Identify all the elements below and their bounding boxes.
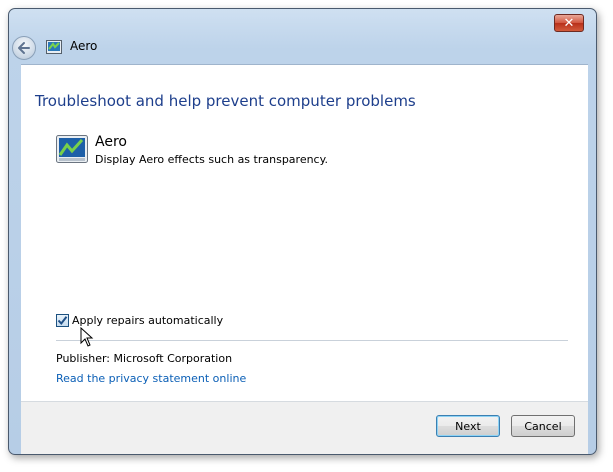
cancel-button[interactable]: Cancel [511,415,575,437]
publisher-text: Publisher: Microsoft Corporation [56,352,233,365]
troubleshooter-description: Display Aero effects such as transparenc… [95,153,329,166]
back-arrow-icon [18,42,30,54]
back-button[interactable] [12,36,36,60]
window-title: Aero [70,39,98,53]
apply-repairs-checkbox[interactable] [56,314,69,327]
apply-repairs-option[interactable]: Apply repairs automatically [56,314,223,327]
privacy-statement-link[interactable]: Read the privacy statement online [56,372,246,385]
checkmark-icon [57,316,68,326]
divider [56,340,568,341]
aero-window-icon [46,40,62,54]
button-bar [21,401,588,454]
close-button[interactable]: ✕ [554,14,584,32]
next-button[interactable]: Next [436,415,500,437]
aero-troubleshooter-icon [56,135,88,163]
mouse-pointer-icon [80,327,94,347]
apply-repairs-label[interactable]: Apply repairs automatically [72,314,223,327]
content-area [21,64,588,401]
page-heading: Troubleshoot and help prevent computer p… [35,92,416,110]
troubleshooter-name: Aero [95,134,127,150]
